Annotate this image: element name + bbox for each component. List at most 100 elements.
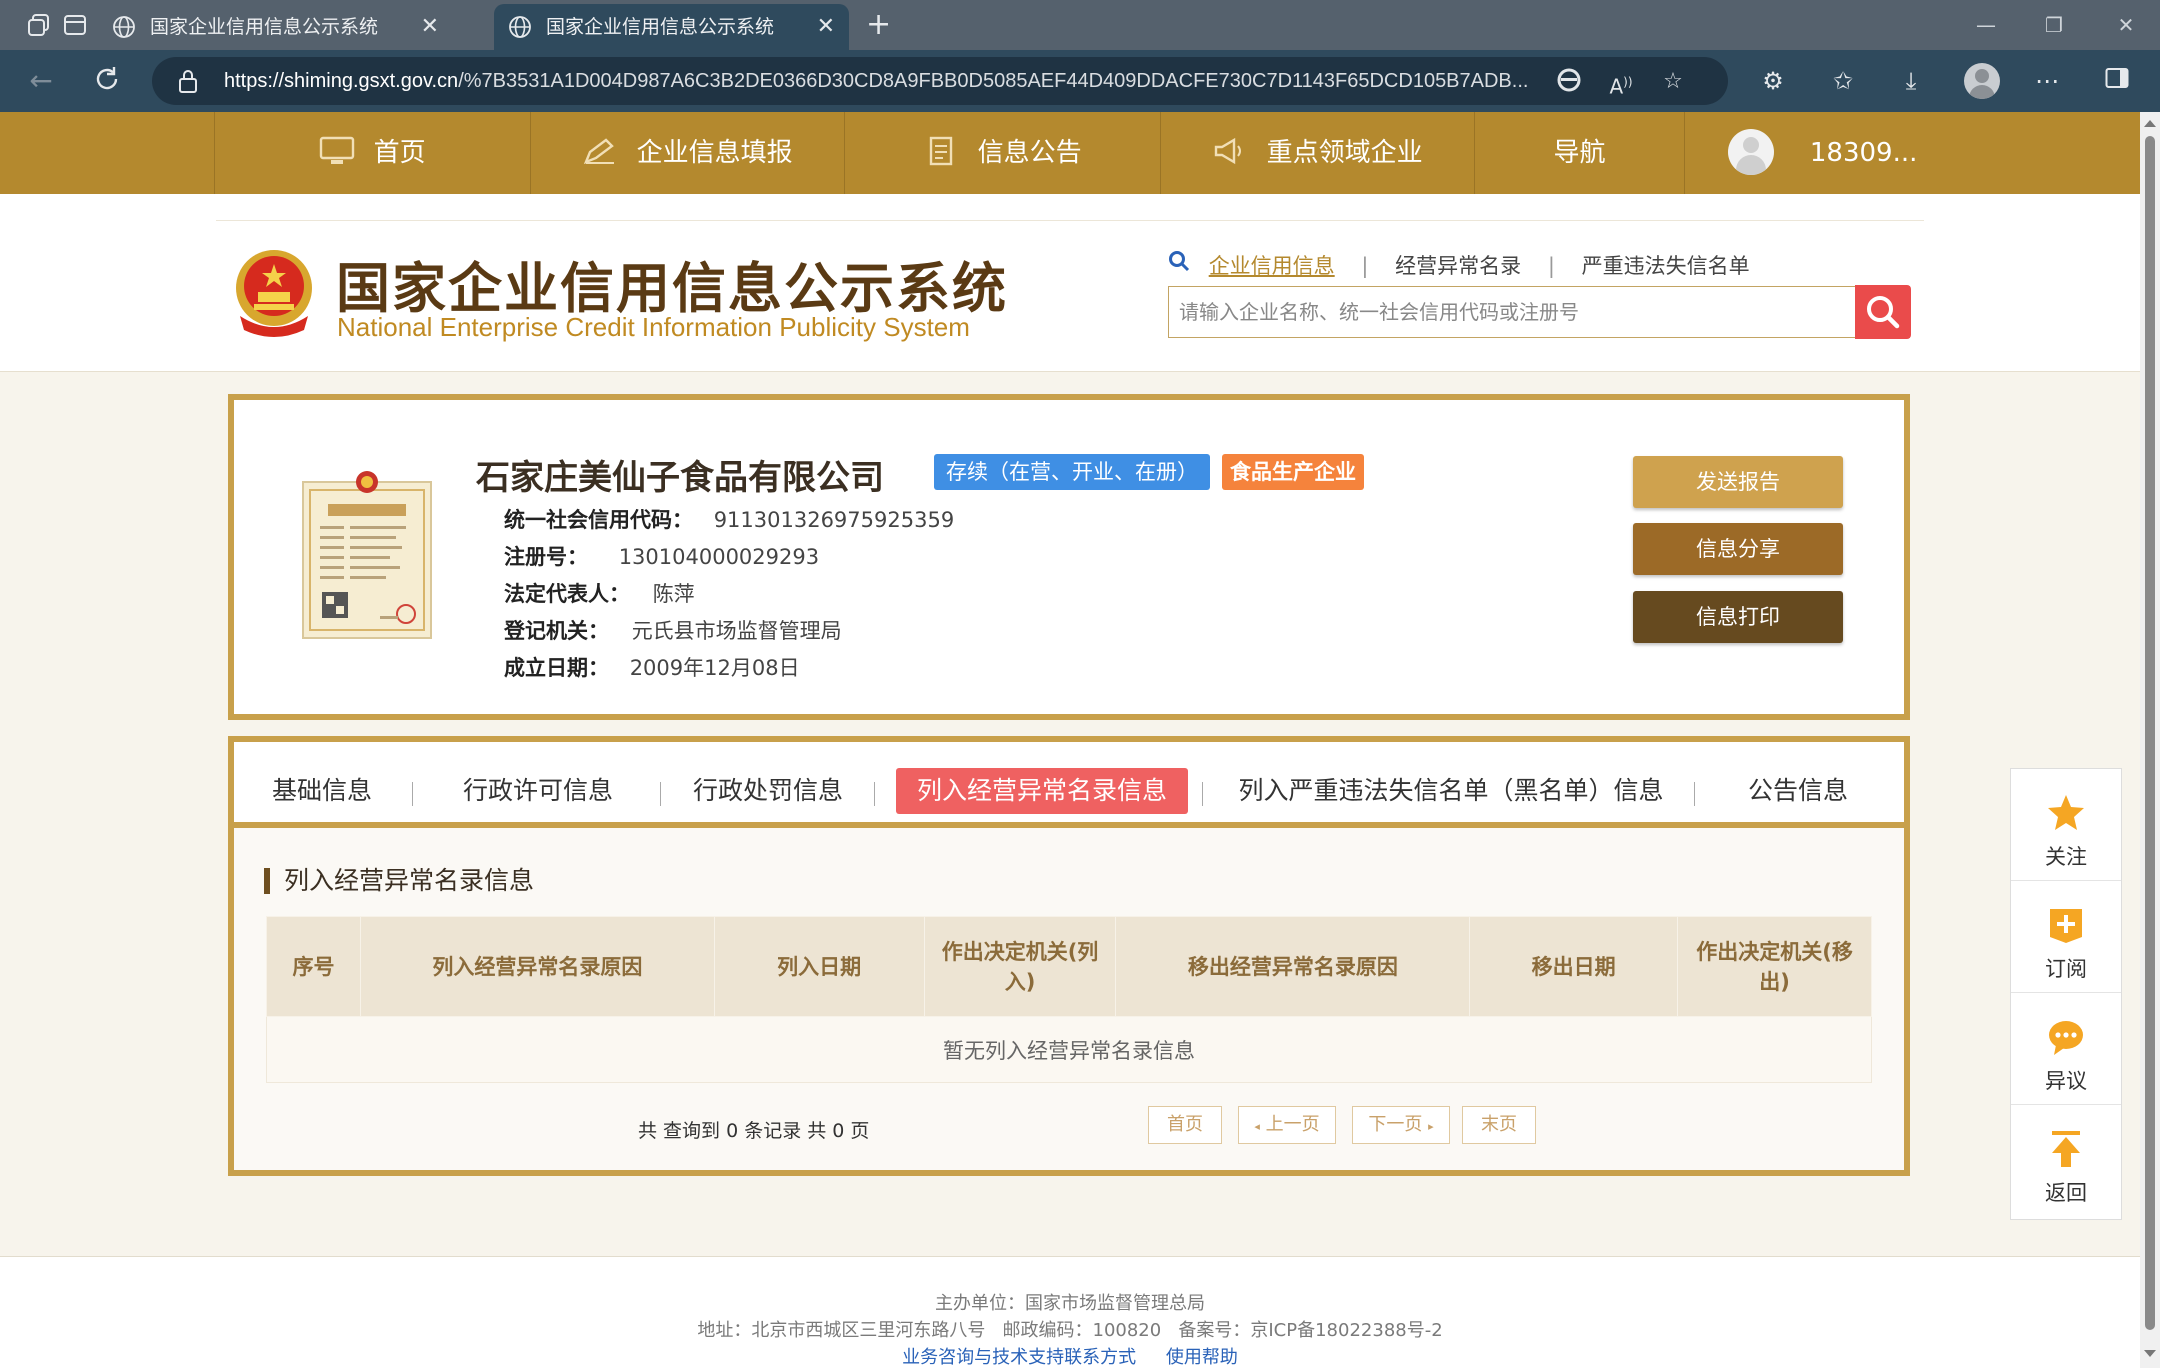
nav-home[interactable]: 首页 <box>214 112 530 194</box>
scrollbar-thumb[interactable] <box>2145 136 2155 1330</box>
nav-navigation[interactable]: 导航 <box>1474 112 1684 194</box>
url-text[interactable]: https://shiming.gsxt.gov.cn/%7B3531A1D00… <box>224 57 1684 105</box>
floating-sidebar: 关注 订阅 异议 返回 <box>2010 768 2122 1220</box>
tab-divider <box>1694 782 1695 806</box>
nav-user-label: 18309... <box>1809 138 1918 168</box>
subscribe-button[interactable]: 订阅 <box>2011 881 2121 993</box>
vertical-scrollbar[interactable] <box>2140 112 2160 1368</box>
browser-tab-2[interactable]: 国家企业信用信息公示系统 ✕ <box>494 4 849 50</box>
close-window-icon[interactable]: ✕ <box>2106 8 2146 42</box>
info-label: 登记机关： <box>504 619 609 643</box>
nav-enterprise-fill-label: 企业信息填报 <box>636 138 793 168</box>
column-header: 移出日期 <box>1469 916 1679 1017</box>
national-emblem-logo <box>236 250 312 337</box>
browser-tab-1[interactable]: 国家企业信用信息公示系统 ✕ <box>98 4 453 50</box>
tab-admin-license[interactable]: 行政许可信息 <box>458 768 618 814</box>
tab-actions-icon[interactable] <box>62 12 88 38</box>
help-link[interactable]: 使用帮助 <box>1166 1347 1238 1368</box>
extensions-icon[interactable]: ⚙ <box>1756 64 1790 98</box>
table-header-row: 序号 列入经营异常名录原因 列入日期 作出决定机关(列入) 移出经营异常名录原因… <box>266 916 1872 1017</box>
profile-avatar[interactable] <box>1964 63 2000 99</box>
back-to-top-button[interactable]: 返回 <box>2011 1105 2121 1217</box>
column-header: 作出决定机关(移出) <box>1677 916 1872 1017</box>
search-input[interactable] <box>1169 287 1837 337</box>
search-icon <box>1867 296 1900 329</box>
info-label: 法定代表人： <box>504 582 630 606</box>
browser-tab-title: 国家企业信用信息公示系统 <box>546 16 775 38</box>
info-label: 统一社会信用代码： <box>504 508 693 532</box>
nav-key-sectors[interactable]: 重点领域企业 <box>1160 112 1474 194</box>
read-aloud-icon[interactable]: A)) <box>1606 67 1636 99</box>
next-page-button[interactable]: 下一页 ▸ <box>1352 1106 1450 1144</box>
follow-button[interactable]: 关注 <box>2011 769 2121 881</box>
pager-summary: 共 查询到 0 条记录 共 0 页 <box>638 1120 870 1142</box>
address-bar[interactable]: https://shiming.gsxt.gov.cn/%7B3531A1D00… <box>152 57 1728 105</box>
nav-user[interactable]: 18309... <box>1684 112 1960 194</box>
empty-state-text: 暂无列入经营异常名录信息 <box>266 1016 1872 1083</box>
link-divider: | <box>1361 254 1369 278</box>
refresh-icon[interactable] <box>90 64 124 98</box>
status-badge: 存续（在营、开业、在册） <box>934 454 1210 490</box>
search-link-credit-info[interactable]: 企业信用信息 <box>1209 250 1335 280</box>
info-panel: 基础信息 行政许可信息 行政处罚信息 列入经营异常名录信息 列入严重违法失信名单… <box>228 736 1910 1176</box>
info-registration-authority: 登记机关： 元氏县市场监督管理局 <box>504 615 842 645</box>
workspaces-icon[interactable] <box>26 12 52 38</box>
tab-admin-penalty[interactable]: 行政处罚信息 <box>688 768 848 814</box>
back-icon[interactable]: ← <box>24 64 58 98</box>
business-license-image[interactable] <box>302 470 432 640</box>
lock-icon[interactable] <box>176 68 200 94</box>
nav-announcements[interactable]: 信息公告 <box>844 112 1160 194</box>
close-tab-icon[interactable]: ✕ <box>817 4 835 50</box>
new-tab-icon[interactable]: + <box>866 6 891 44</box>
info-value: 2009年12月08日 <box>629 656 800 680</box>
objection-button[interactable]: 异议 <box>2011 993 2121 1105</box>
tab-basic-info[interactable]: 基础信息 <box>268 768 376 814</box>
info-value: 元氏县市场监督管理局 <box>631 619 842 643</box>
footer-sponsor: 主办单位：国家市场监督管理总局 <box>935 1293 1205 1314</box>
enterprise-type-badge: 食品生产企业 <box>1222 454 1364 490</box>
info-value: 911301326975925359 <box>713 508 955 532</box>
column-header: 列入日期 <box>713 916 925 1017</box>
user-avatar <box>1727 128 1774 175</box>
prev-page-button[interactable]: ◂ 上一页 <box>1238 1106 1336 1144</box>
search-link-abnormal-list[interactable]: 经营异常名录 <box>1395 250 1521 280</box>
favorite-star-icon[interactable]: ☆ <box>1658 67 1688 97</box>
column-header: 作出决定机关(列入) <box>923 916 1117 1017</box>
star-icon <box>2048 795 2084 830</box>
search-box <box>1168 285 1911 339</box>
search-icon <box>1169 251 1190 272</box>
close-tab-icon[interactable]: ✕ <box>421 4 439 50</box>
nav-announcements-label: 信息公告 <box>977 138 1082 168</box>
first-page-button[interactable]: 首页 <box>1148 1106 1222 1144</box>
scroll-up-arrow-icon[interactable] <box>2144 120 2156 127</box>
browser-toolbar: ← https://shiming.gsxt.gov.cn/%7B3531A1D… <box>0 50 2160 112</box>
tab-announcements[interactable]: 公告信息 <box>1744 768 1852 814</box>
globe-icon <box>509 16 531 38</box>
support-contact-link[interactable]: 业务咨询与技术支持联系方式 <box>902 1347 1136 1368</box>
ie-mode-icon[interactable] <box>1554 67 1584 97</box>
downloads-icon[interactable]: ⤓ <box>1894 64 1928 98</box>
last-page-button[interactable]: 末页 <box>1462 1106 1536 1144</box>
abnormal-list-table: 序号 列入经营异常名录原因 列入日期 作出决定机关(列入) 移出经营异常名录原因… <box>266 916 1872 1083</box>
send-report-button[interactable]: 发送报告 <box>1633 456 1843 508</box>
info-legal-representative: 法定代表人： 陈萍 <box>504 578 695 608</box>
subscribe-plus-icon <box>2050 909 2082 943</box>
restore-icon[interactable]: ❐ <box>2034 8 2074 42</box>
share-info-button[interactable]: 信息分享 <box>1633 523 1843 575</box>
search-category-links: 企业信用信息 | 经营异常名录 | 严重违法失信名单 <box>1168 250 1750 280</box>
tab-abnormal-list[interactable]: 列入经营异常名录信息 <box>896 768 1188 814</box>
minimize-icon[interactable]: — <box>1966 8 2006 42</box>
tab-blacklist[interactable]: 列入严重违法失信名单（黑名单）信息 <box>1226 768 1676 814</box>
print-info-button[interactable]: 信息打印 <box>1633 591 1843 643</box>
scroll-down-arrow-icon[interactable] <box>2144 1350 2156 1357</box>
nav-enterprise-fill[interactable]: 企业信息填报 <box>530 112 844 194</box>
sidebar-toggle-icon[interactable] <box>2100 64 2134 98</box>
tab-divider <box>660 782 661 806</box>
browser-tab-title: 国家企业信用信息公示系统 <box>150 16 379 38</box>
favorites-icon[interactable]: ✩ <box>1826 64 1860 98</box>
more-options-icon[interactable]: ⋯ <box>2030 64 2064 98</box>
search-link-blacklist[interactable]: 严重违法失信名单 <box>1582 250 1750 280</box>
info-registration-number: 注册号： 130104000029293 <box>504 541 819 571</box>
search-button[interactable] <box>1855 285 1911 339</box>
chat-bubble-icon <box>2049 1021 2083 1055</box>
